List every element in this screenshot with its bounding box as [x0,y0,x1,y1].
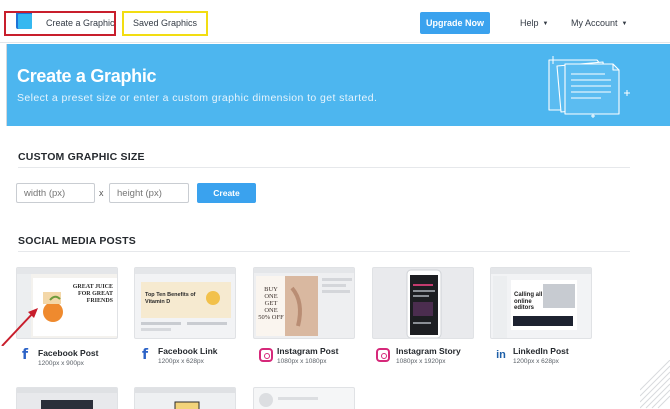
card-size-linkedin-post: 1200px x 628px [513,358,559,365]
account-menu[interactable]: My Account ▼ [571,18,627,28]
nav-saved-graphics[interactable]: Saved Graphics [133,18,197,28]
instagram-story-thumbnail[interactable] [372,267,474,339]
section-divider [18,251,630,252]
card-title-instagram-post[interactable]: Instagram Post [277,346,338,356]
template-preview [17,388,117,409]
top-navigation: Create a Graphic Saved Graphics Upgrade … [0,0,670,43]
linkedin-post-thumbnail[interactable]: Calling all online editors [490,267,592,339]
instagram-post-thumbnail[interactable]: BUY ONE GET ONE 50% OFF [253,267,355,339]
section-divider [18,167,630,168]
instagram-icon [259,348,273,362]
facebook-post-headline: GREAT JUICE FOR GREAT FRIENDS [72,284,113,304]
social-posts-heading: SOCIAL MEDIA POSTS [18,235,136,247]
help-label: Help [520,18,539,28]
template-preview [135,388,235,409]
template-thumbnail[interactable] [253,387,355,409]
facebook-icon: f [141,347,149,363]
facebook-link-headline: Top Ten Benefits of Vitamin D [145,292,196,305]
card-size-facebook-post: 1200px x 900px [38,360,84,367]
template-preview [259,393,318,407]
facebook-icon: f [21,347,29,363]
card-size-instagram-story: 1080px x 1920px [396,358,446,365]
upgrade-now-button[interactable]: Upgrade Now [420,12,490,34]
facebook-link-thumbnail[interactable]: Top Ten Benefits of Vitamin D [134,267,236,339]
page-subtitle: Select a preset size or enter a custom g… [17,92,378,104]
card-title-linkedin-post[interactable]: LinkedIn Post [513,346,569,356]
card-size-instagram-post: 1080px x 1080px [277,358,327,365]
instagram-post-headline: BUY ONE GET ONE 50% OFF [258,286,284,321]
card-title-facebook-post[interactable]: Facebook Post [38,348,98,358]
app-root: Create a Graphic Saved Graphics Upgrade … [0,0,670,409]
card-size-facebook-link: 1200px x 628px [158,358,204,365]
account-label: My Account [571,18,618,28]
nav-create-graphic[interactable]: Create a Graphic [46,18,115,28]
height-input[interactable] [109,183,189,203]
linkedin-icon: in [496,349,506,361]
template-thumbnail[interactable] [16,387,118,409]
width-input[interactable] [16,183,95,203]
card-title-facebook-link[interactable]: Facebook Link [158,346,218,356]
times-symbol: x [99,188,104,198]
linkedin-post-headline: Calling all online editors [514,292,543,311]
instagram-story-preview [406,269,442,338]
custom-size-heading: CUSTOM GRAPHIC SIZE [18,151,145,163]
corner-decoration-icon [640,360,670,409]
chevron-down-icon: ▼ [621,21,628,27]
help-menu[interactable]: Help ▼ [520,18,548,28]
documents-illustration-icon [548,56,630,118]
instagram-icon [376,348,390,362]
card-title-instagram-story[interactable]: Instagram Story [396,346,461,356]
template-thumbnail[interactable] [134,387,236,409]
hero-banner: Create a Graphic Select a preset size or… [6,44,670,126]
page-title: Create a Graphic [17,66,157,86]
chevron-down-icon: ▼ [542,21,549,27]
annotation-arrow-icon [1,308,38,346]
create-button[interactable]: Create [197,183,256,203]
